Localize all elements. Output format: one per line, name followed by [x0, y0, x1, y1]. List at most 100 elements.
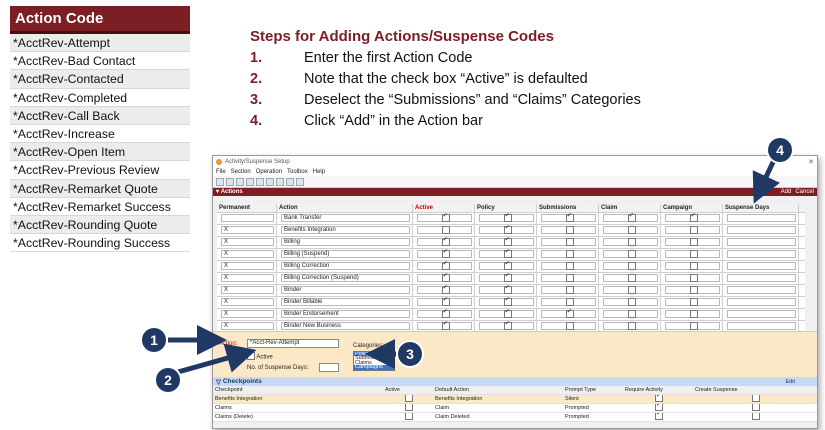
- row-checkbox[interactable]: [565, 213, 574, 222]
- row-checkbox[interactable]: [565, 309, 574, 318]
- checkpoint-active-checkbox[interactable]: [405, 413, 413, 420]
- row-checkbox[interactable]: [689, 226, 698, 234]
- suspense-days-value[interactable]: [727, 262, 796, 270]
- row-checkbox[interactable]: [689, 274, 698, 282]
- row-checkbox[interactable]: [565, 226, 574, 234]
- checkpoint-row[interactable]: Claims Claim Prompted: [213, 404, 817, 413]
- require-activity-checkbox[interactable]: [655, 395, 663, 402]
- column-header[interactable]: Active: [413, 204, 475, 212]
- checkpoint-column-header[interactable]: Prompt Type: [563, 386, 623, 394]
- categories-list[interactable]: Policy Submissions Claims Campaigns: [353, 351, 395, 371]
- row-checkbox[interactable]: [689, 286, 698, 294]
- tools-icon[interactable]: [246, 177, 254, 186]
- suspense-days-value[interactable]: [727, 274, 796, 282]
- row-checkbox[interactable]: [627, 286, 636, 294]
- row-checkbox[interactable]: [565, 298, 574, 306]
- row-checkbox[interactable]: [689, 262, 698, 270]
- active-checkbox[interactable]: [247, 350, 255, 360]
- row-checkbox[interactable]: [441, 249, 450, 258]
- add-button[interactable]: Add: [781, 188, 792, 196]
- checkpoint-column-header[interactable]: Active: [383, 386, 433, 394]
- menu-item[interactable]: Operation: [256, 169, 282, 175]
- suspense-days-value[interactable]: [727, 238, 796, 246]
- row-checkbox[interactable]: [565, 274, 574, 282]
- column-header[interactable]: Permanent: [217, 204, 277, 212]
- table-row[interactable]: X Binder Endorsement: [217, 309, 805, 321]
- row-checkbox[interactable]: [441, 321, 450, 330]
- row-checkbox[interactable]: [689, 310, 698, 318]
- table-row[interactable]: X Billing (Suspend): [217, 249, 805, 261]
- suspense-days-value[interactable]: [727, 298, 796, 306]
- checkpoint-column-header[interactable]: Default Action: [433, 386, 563, 394]
- row-checkbox[interactable]: [689, 298, 698, 306]
- table-row[interactable]: X Billing Correction (Suspend): [217, 273, 805, 285]
- row-checkbox[interactable]: [565, 250, 574, 258]
- menu-item[interactable]: Help: [313, 169, 325, 175]
- checkpoint-row[interactable]: Benefits Integration Benefits Integration…: [213, 395, 817, 404]
- menu-item[interactable]: Section: [231, 169, 251, 175]
- row-checkbox[interactable]: [627, 213, 636, 222]
- checkpoint-column-header[interactable]: Create Suspense: [693, 386, 817, 394]
- row-checkbox[interactable]: [441, 237, 450, 246]
- require-activity-checkbox[interactable]: [655, 404, 663, 411]
- column-header[interactable]: Action: [277, 204, 413, 212]
- row-checkbox[interactable]: [627, 250, 636, 258]
- row-checkbox[interactable]: [503, 249, 512, 258]
- suspense-days-value[interactable]: [727, 286, 796, 294]
- suspense-days-input[interactable]: [319, 363, 339, 372]
- require-activity-checkbox[interactable]: [655, 413, 663, 420]
- table-row[interactable]: X Binder: [217, 285, 805, 297]
- suspense-days-value[interactable]: [727, 310, 796, 318]
- row-checkbox[interactable]: [441, 297, 450, 306]
- row-checkbox[interactable]: [503, 237, 512, 246]
- row-checkbox[interactable]: [503, 261, 512, 270]
- row-checkbox[interactable]: [441, 309, 450, 318]
- help-icon[interactable]: [296, 177, 304, 186]
- suspense-days-value[interactable]: [727, 226, 796, 234]
- row-checkbox[interactable]: [441, 285, 450, 294]
- row-checkbox[interactable]: [503, 285, 512, 294]
- row-checkbox[interactable]: [565, 286, 574, 294]
- row-checkbox[interactable]: [503, 297, 512, 306]
- row-checkbox[interactable]: [627, 274, 636, 282]
- save-all-icon[interactable]: [226, 177, 234, 186]
- suspense-days-value[interactable]: [727, 214, 796, 222]
- category-option[interactable]: Campaigns: [354, 364, 394, 370]
- row-checkbox[interactable]: [503, 273, 512, 282]
- checkpoint-active-checkbox[interactable]: [405, 395, 413, 402]
- row-checkbox[interactable]: [627, 238, 636, 246]
- checkpoint-row[interactable]: Claims (Delete) Claim Deleted Prompted: [213, 413, 817, 422]
- cancel-button[interactable]: Cancel: [795, 188, 814, 196]
- column-header[interactable]: Claim: [599, 204, 661, 212]
- row-checkbox[interactable]: [689, 213, 698, 222]
- row-checkbox[interactable]: [441, 273, 450, 282]
- row-checkbox[interactable]: [689, 250, 698, 258]
- table-row[interactable]: X Benefits Integration: [217, 225, 805, 237]
- column-header[interactable]: Campaign: [661, 204, 723, 212]
- checkpoint-active-checkbox[interactable]: [405, 404, 413, 411]
- home-icon[interactable]: [286, 177, 294, 186]
- table-row[interactable]: X Billing Correction: [217, 261, 805, 273]
- checkpoint-column-header[interactable]: Checkpoint: [213, 386, 383, 394]
- action-input[interactable]: *Acct-Rev-Attempt: [247, 339, 339, 348]
- list-icon[interactable]: [256, 177, 264, 186]
- row-checkbox[interactable]: [503, 321, 512, 330]
- table-row[interactable]: X Binder Billable: [217, 297, 805, 309]
- row-checkbox[interactable]: [627, 226, 636, 234]
- row-checkbox[interactable]: [689, 322, 698, 330]
- column-header[interactable]: Suspense Days: [723, 204, 799, 212]
- row-checkbox[interactable]: [627, 310, 636, 318]
- close-icon[interactable]: ✕: [808, 158, 814, 166]
- checkpoints-edit-link[interactable]: Edit: [786, 379, 795, 385]
- row-checkbox[interactable]: [627, 322, 636, 330]
- edit-icon[interactable]: [266, 177, 274, 186]
- menu-item[interactable]: File: [216, 169, 226, 175]
- row-checkbox[interactable]: [689, 238, 698, 246]
- row-checkbox[interactable]: [441, 261, 450, 270]
- row-checkbox[interactable]: [441, 213, 450, 222]
- suspense-days-value[interactable]: [727, 322, 796, 330]
- row-checkbox[interactable]: [503, 225, 512, 234]
- row-checkbox[interactable]: [503, 213, 512, 222]
- create-suspense-checkbox[interactable]: [752, 413, 760, 420]
- create-suspense-checkbox[interactable]: [752, 395, 760, 402]
